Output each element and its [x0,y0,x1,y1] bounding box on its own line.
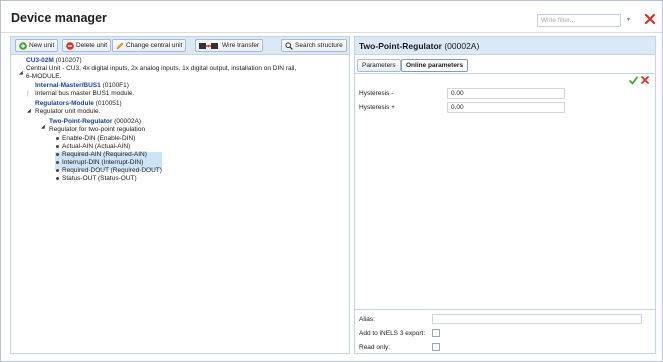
param-label-hysteresis-minus: Hysteresis - [359,90,394,97]
close-icon[interactable] [644,13,656,25]
delete-unit-label: Delete unit [76,42,108,49]
plus-icon [19,42,27,50]
export-label: Add to iNELS 3 export: [359,330,426,337]
tab-online-parameters[interactable]: Online parameters [401,59,469,72]
change-central-unit-button[interactable]: Change central unit [112,39,187,52]
readonly-checkbox[interactable] [432,343,440,351]
title-bar: Device manager Write filter... ▾ [1,1,662,33]
device-tree: ◢ CU3-02M (010207) Central Unit - CU3, 4… [11,56,349,353]
search-structure-label: Search structure [295,42,343,49]
pencil-icon [116,42,124,50]
filter-input[interactable]: Write filter... [537,14,621,27]
search-icon [285,42,293,50]
collapse-icon[interactable]: ◢ [27,108,33,114]
search-structure-button[interactable]: Search structure [281,39,347,52]
collapse-icon[interactable]: ◢ [41,124,47,130]
tree-node-description: 6-MODULE. [26,73,62,80]
readonly-label: Read only: [359,344,391,351]
tree-node-description: Regulator unit module. [35,108,101,115]
tab-divider [355,73,655,74]
tree-node-description: Central Unit - CU3, 4x digital inputs, 2… [26,65,297,72]
param-label-hysteresis-plus: Hysteresis + [359,104,395,111]
wire-transfer-icon [199,43,218,49]
tree-node-description: Regulator for two-point regulation [49,126,146,133]
bullet-icon [56,160,59,164]
detail-title: Two-Point-Regulator (00002A) [359,41,479,51]
tree-node-name: Regulators-Module [35,100,94,107]
check-icon[interactable] [629,76,638,85]
export-checkbox[interactable] [432,329,440,337]
tree-node-code: (0100F1) [102,82,129,89]
tree-node-code: (010207) [55,57,82,64]
alias-label: Alias: [359,316,375,323]
bullet-icon [56,144,59,148]
change-central-unit-label: Change central unit [126,42,183,49]
detail-header: Two-Point-Regulator (00002A) [355,37,655,55]
cancel-icon[interactable] [641,76,649,84]
alias-input[interactable] [432,314,642,324]
bullet-icon [56,168,59,172]
wire-transfer-label: Wire transfer [222,42,260,49]
tree-node-name: Internal-Master/BUS1 [35,82,101,89]
tree-node-code: (00002A) [114,118,141,125]
device-manager-window: Device manager Write filter... ▾ New uni… [0,0,663,362]
new-unit-button[interactable]: New unit [15,39,59,52]
properties-divider [355,309,655,310]
delete-icon [66,42,74,50]
collapse-icon[interactable]: ◢ [19,70,25,76]
device-tree-panel: New unit Delete unit Change central unit… [10,36,350,354]
window-title: Device manager [11,11,107,25]
detail-title-code: (00002A) [444,41,480,51]
bullet-icon [56,176,59,180]
bullet-icon [56,152,59,156]
tree-node-code: (010051) [95,100,122,107]
tree-node-signal[interactable]: Status-OUT (Status-OUT) [56,174,137,183]
tree-toolbar: New unit Delete unit Change central unit… [11,37,349,55]
param-input-hysteresis-plus[interactable]: 0.00 [447,102,565,113]
new-unit-label: New unit [29,42,55,49]
bullet-icon [56,136,59,140]
tab-parameters[interactable]: Parameters [357,59,401,72]
wire-transfer-button[interactable]: Wire transfer [195,39,264,52]
detail-title-name: Two-Point-Regulator [359,41,442,51]
delete-unit-button[interactable]: Delete unit [62,39,112,52]
tree-node-description: Internal bus master BUS1 module. [35,90,135,97]
tree-node-name: CU3-02M [26,57,54,64]
param-input-hysteresis-minus[interactable]: 0.00 [447,88,565,99]
tree-line-icon: | [27,90,29,97]
tree-node-name: Two-Point-Regulator [49,118,113,125]
filter-dropdown-icon[interactable]: ▾ [625,15,632,25]
detail-panel: Two-Point-Regulator (00002A) Parameters … [354,36,656,354]
